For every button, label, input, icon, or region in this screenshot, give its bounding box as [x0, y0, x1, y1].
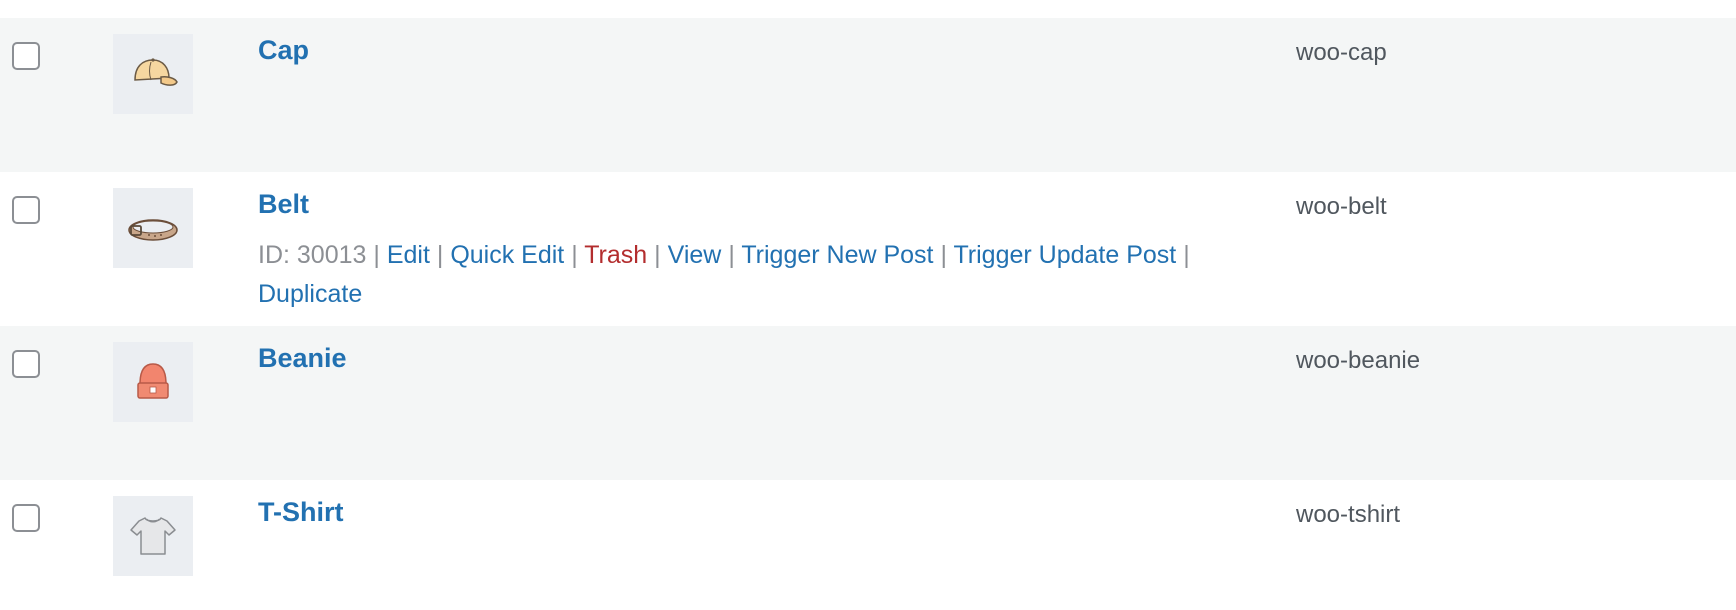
- product-thumbnail[interactable]: [113, 188, 193, 268]
- row-actions: ID: 30013 | Edit | Quick Edit | Trash | …: [258, 236, 1258, 314]
- row-checkbox[interactable]: [12, 350, 40, 378]
- edit-link[interactable]: Edit: [387, 241, 430, 269]
- cap-icon: [134, 58, 178, 86]
- duplicate-link[interactable]: Duplicate: [258, 280, 362, 308]
- quick-edit-link[interactable]: Quick Edit: [450, 241, 564, 269]
- belt-icon: [128, 219, 178, 241]
- action-separator: |: [373, 241, 380, 269]
- product-thumbnail[interactable]: [113, 496, 193, 576]
- action-separator: |: [940, 241, 947, 269]
- table-row: T-Shirt woo-tshirt: [0, 480, 1736, 610]
- table-row: Beanie woo-beanie: [0, 326, 1736, 480]
- product-name-link[interactable]: T-Shirt: [258, 497, 344, 528]
- product-name-link[interactable]: Beanie: [258, 343, 347, 374]
- action-separator: |: [1183, 241, 1190, 269]
- row-checkbox[interactable]: [12, 504, 40, 532]
- tshirt-icon: [130, 517, 176, 555]
- view-link[interactable]: View: [668, 241, 722, 269]
- product-slug: woo-beanie: [1296, 347, 1421, 374]
- product-slug: woo-tshirt: [1296, 501, 1401, 528]
- product-name-link[interactable]: Cap: [258, 35, 309, 66]
- product-thumbnail[interactable]: [113, 342, 193, 422]
- products-table: Cap woo-cap Belt ID: 30013 | Edit | Quic…: [0, 18, 1736, 610]
- row-checkbox[interactable]: [12, 42, 40, 70]
- product-thumbnail[interactable]: [113, 34, 193, 114]
- trash-link[interactable]: Trash: [584, 241, 647, 269]
- beanie-icon: [137, 363, 169, 399]
- product-id: ID: 30013: [258, 241, 367, 269]
- action-separator: |: [728, 241, 735, 269]
- action-separator: |: [436, 241, 444, 269]
- action-separator: |: [571, 241, 578, 269]
- action-separator: |: [654, 241, 661, 269]
- table-row: Belt ID: 30013 | Edit | Quick Edit | Tra…: [0, 172, 1736, 326]
- row-checkbox[interactable]: [12, 196, 40, 224]
- product-slug: woo-cap: [1296, 39, 1387, 66]
- trigger-new-post-link[interactable]: Trigger New Post: [741, 241, 933, 269]
- product-name-link[interactable]: Belt: [258, 189, 309, 220]
- trigger-update-post-link[interactable]: Trigger Update Post: [953, 241, 1176, 269]
- product-slug: woo-belt: [1296, 193, 1387, 220]
- table-row: Cap woo-cap: [0, 18, 1736, 172]
